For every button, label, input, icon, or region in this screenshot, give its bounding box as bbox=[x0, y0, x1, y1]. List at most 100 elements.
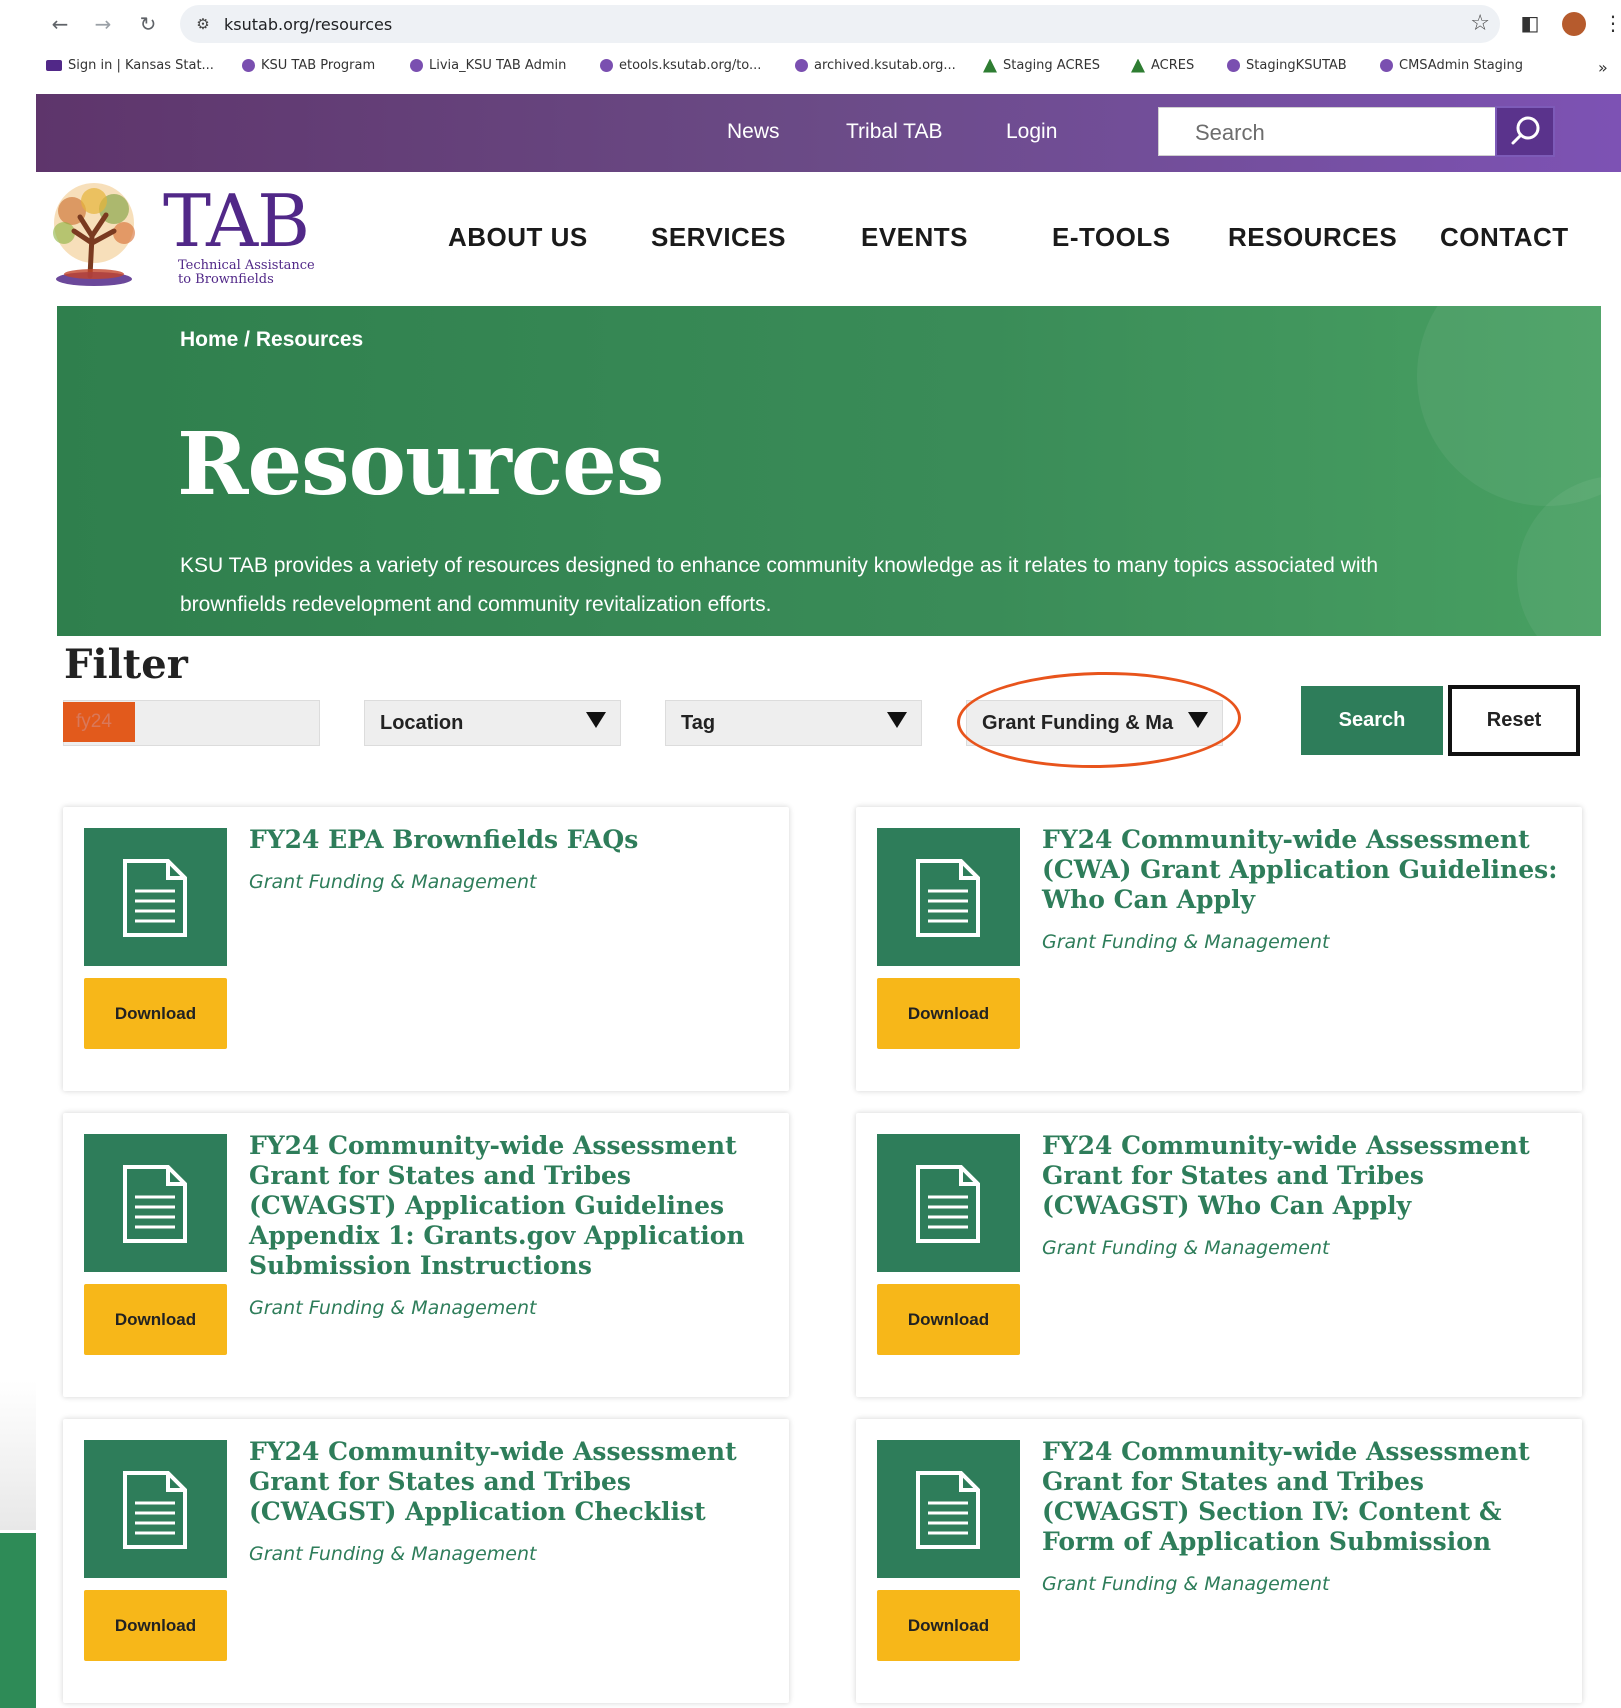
resource-category: Grant Funding & Management bbox=[249, 1543, 537, 1565]
resource-title-link[interactable]: FY24 Community-wide Assessment (CWA) Gra… bbox=[1042, 825, 1562, 957]
resource-title: FY24 Community-wide Assessment Grant for… bbox=[1042, 1131, 1530, 1220]
document-icon bbox=[84, 1440, 227, 1578]
resource-title: FY24 Community-wide Assessment Grant for… bbox=[249, 1131, 745, 1280]
acres-icon bbox=[983, 58, 997, 73]
resource-title-link[interactable]: FY24 Community-wide Assessment Grant for… bbox=[249, 1437, 769, 1569]
forward-icon[interactable]: → bbox=[85, 8, 121, 40]
login-link[interactable]: Login bbox=[1006, 120, 1057, 144]
tree-icon bbox=[53, 183, 135, 286]
bookmark-item[interactable]: ACRES bbox=[1131, 58, 1194, 73]
site-search-input[interactable]: Search bbox=[1158, 107, 1525, 156]
bookmarks-bar: Sign in | Kansas Stat... KSU TAB Program… bbox=[0, 52, 1621, 84]
document-icon bbox=[877, 828, 1020, 966]
resource-card: Download FY24 Community-wide Assessment … bbox=[856, 1419, 1582, 1703]
filter-search-button[interactable]: Search bbox=[1301, 686, 1443, 755]
bookmark-star-icon[interactable]: ☆ bbox=[1470, 11, 1490, 36]
resource-card: Download FY24 Community-wide Assessment … bbox=[856, 1113, 1582, 1397]
address-url: ksutab.org/resources bbox=[224, 15, 393, 34]
tab-logo-subtitle: Technical Assistance to Brownfields bbox=[178, 259, 315, 287]
resource-title: FY24 EPA Brownfields FAQs bbox=[249, 825, 639, 854]
keyword-redaction: fy24 bbox=[63, 702, 135, 742]
page-edge-green bbox=[0, 1533, 36, 1708]
nav-contact[interactable]: CONTACT bbox=[1440, 222, 1569, 253]
logo-subtitle-line: to Brownfields bbox=[178, 272, 274, 287]
decorative-leaf bbox=[1417, 306, 1601, 506]
download-button[interactable]: Download bbox=[84, 1284, 227, 1355]
ksu-icon bbox=[46, 60, 62, 71]
resource-card: Download FY24 Community-wide Assessment … bbox=[856, 807, 1582, 1091]
bookmark-item[interactable]: archived.ksutab.org... bbox=[795, 58, 956, 73]
bookmark-label: etools.ksutab.org/to... bbox=[619, 58, 762, 73]
resource-category: Grant Funding & Management bbox=[249, 871, 537, 893]
bookmark-item[interactable]: etools.ksutab.org/to... bbox=[600, 58, 761, 73]
bookmark-label: Livia_KSU TAB Admin bbox=[429, 58, 567, 73]
logo-subtitle-line: Technical Assistance bbox=[178, 258, 315, 273]
dropdown-arrow-icon bbox=[887, 712, 907, 728]
resource-title: FY24 Community-wide Assessment (CWA) Gra… bbox=[1042, 825, 1558, 914]
bookmark-item[interactable]: CMSAdmin Staging bbox=[1380, 58, 1523, 73]
nav-e-tools[interactable]: E-TOOLS bbox=[1052, 222, 1171, 253]
tribal-tab-link[interactable]: Tribal TAB bbox=[846, 120, 942, 144]
bookmark-item[interactable]: Sign in | Kansas Stat... bbox=[46, 58, 214, 73]
search-submit-button[interactable] bbox=[1495, 106, 1555, 157]
resource-title-link[interactable]: FY24 Community-wide Assessment Grant for… bbox=[1042, 1437, 1562, 1599]
tab-logo-text[interactable]: TAB bbox=[163, 185, 310, 257]
globe-icon bbox=[1380, 59, 1393, 72]
bookmark-label: ACRES bbox=[1151, 58, 1195, 73]
bookmark-item[interactable]: StagingKSUTAB bbox=[1227, 58, 1347, 73]
download-button[interactable]: Download bbox=[877, 978, 1020, 1049]
annotation-circle bbox=[956, 669, 1242, 771]
tag-select[interactable]: Tag bbox=[665, 700, 922, 746]
news-link[interactable]: News bbox=[727, 120, 780, 144]
download-button[interactable]: Download bbox=[84, 1590, 227, 1661]
bookmarks-overflow[interactable]: » bbox=[1598, 58, 1608, 77]
search-placeholder: Search bbox=[1195, 120, 1265, 145]
back-icon[interactable]: ← bbox=[42, 8, 78, 40]
bookmark-label: Sign in | Kansas Stat... bbox=[68, 58, 214, 73]
nav-services[interactable]: SERVICES bbox=[651, 222, 786, 253]
globe-icon bbox=[795, 59, 808, 72]
page-title: Resources bbox=[177, 414, 664, 515]
download-button[interactable]: Download bbox=[84, 978, 227, 1049]
globe-icon bbox=[410, 59, 423, 72]
location-select-label: Location bbox=[380, 712, 464, 734]
browser-menu-icon[interactable]: ⋮ bbox=[1600, 10, 1621, 36]
resource-category: Grant Funding & Management bbox=[1042, 1237, 1330, 1259]
download-button[interactable]: Download bbox=[877, 1590, 1020, 1661]
filter-reset-button[interactable]: Reset bbox=[1448, 685, 1580, 756]
utility-bar: News Tribal TAB Login Search bbox=[36, 94, 1621, 172]
resource-title-link[interactable]: FY24 Community-wide Assessment Grant for… bbox=[249, 1131, 769, 1323]
resource-card: Download FY24 Community-wide Assessment … bbox=[63, 1113, 789, 1397]
resource-card: Download FY24 EPA Brownfields FAQs Grant… bbox=[63, 807, 789, 1091]
download-button[interactable]: Download bbox=[877, 1284, 1020, 1355]
globe-icon bbox=[1227, 59, 1240, 72]
resource-category: Grant Funding & Management bbox=[1042, 1573, 1330, 1595]
reload-icon[interactable]: ↻ bbox=[130, 8, 166, 40]
resource-title-link[interactable]: FY24 EPA Brownfields FAQs Grant Funding … bbox=[249, 825, 769, 897]
location-select[interactable]: Location bbox=[364, 700, 621, 746]
side-panel-icon[interactable]: ◧ bbox=[1517, 10, 1543, 36]
tag-select-label: Tag bbox=[681, 712, 716, 734]
page-edge-shade bbox=[0, 1380, 36, 1530]
globe-icon bbox=[242, 59, 255, 72]
tab-logo-tree[interactable] bbox=[34, 181, 154, 291]
document-icon bbox=[877, 1440, 1020, 1578]
address-bar[interactable]: ⚙ ksutab.org/resources ☆ bbox=[180, 5, 1500, 43]
bookmark-item[interactable]: Staging ACRES bbox=[983, 58, 1100, 73]
bookmark-item[interactable]: Livia_KSU TAB Admin bbox=[410, 58, 566, 73]
resource-title: FY24 Community-wide Assessment Grant for… bbox=[1042, 1437, 1530, 1556]
browser-chrome: ← → ↻ ⚙ ksutab.org/resources ☆ ◧ ⋮ Sign … bbox=[0, 0, 1621, 90]
bookmark-label: StagingKSUTAB bbox=[1246, 58, 1347, 73]
resource-category: Grant Funding & Management bbox=[1042, 931, 1330, 953]
nav-resources[interactable]: RESOURCES bbox=[1228, 222, 1397, 253]
hero-banner: Home / Resources Resources KSU TAB provi… bbox=[57, 306, 1601, 636]
profile-avatar[interactable] bbox=[1562, 12, 1586, 36]
bookmark-label: archived.ksutab.org... bbox=[814, 58, 956, 73]
nav-events[interactable]: EVENTS bbox=[861, 222, 968, 253]
bookmark-item[interactable]: KSU TAB Program bbox=[242, 58, 375, 73]
site-settings-icon[interactable]: ⚙ bbox=[192, 13, 214, 35]
globe-icon bbox=[600, 59, 613, 72]
resource-title-link[interactable]: FY24 Community-wide Assessment Grant for… bbox=[1042, 1131, 1562, 1263]
filter-heading: Filter bbox=[64, 641, 188, 688]
nav-about-us[interactable]: ABOUT US bbox=[448, 222, 588, 253]
